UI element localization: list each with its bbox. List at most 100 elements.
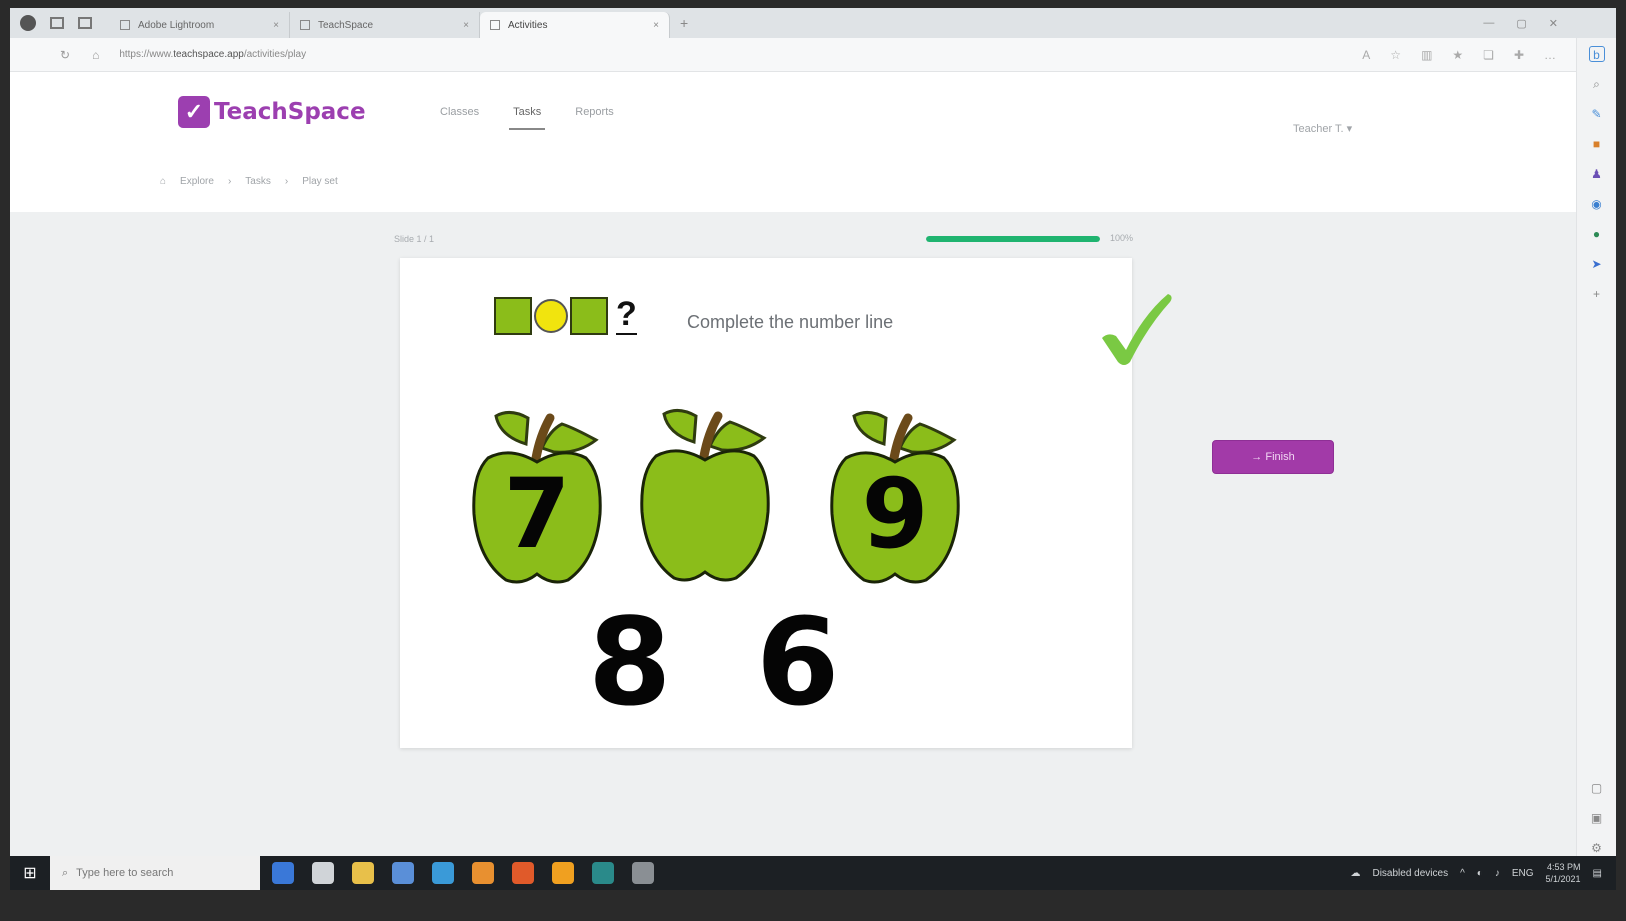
notifications-icon[interactable]: ▤: [1593, 868, 1602, 879]
add-icon[interactable]: +: [1589, 286, 1605, 302]
clock[interactable]: 4:53 PM 5/1/2021: [1546, 861, 1581, 885]
briefcase-icon[interactable]: ■: [1589, 136, 1605, 152]
settings-icon[interactable]: ⚙: [1589, 840, 1605, 856]
tab-2[interactable]: TeachSpace ×: [290, 12, 480, 38]
slide-label: Slide 1 / 1: [394, 234, 435, 244]
logo[interactable]: ✓ TeachSpace: [178, 96, 366, 128]
breadcrumb-item[interactable]: Explore: [180, 176, 214, 187]
office-app-icon[interactable]: [512, 862, 534, 884]
finish-button[interactable]: → Finish: [1212, 440, 1334, 474]
main-nav: Classes Tasks Reports: [440, 106, 614, 130]
tab-favicon-icon: [300, 20, 310, 30]
pattern-circle: [534, 298, 568, 333]
apple-tile: 9: [828, 410, 962, 588]
address-bar: ↻ ⌂ https://www.teachspace.app/activitie…: [10, 38, 1576, 72]
tab-favicon-icon: [490, 20, 500, 30]
breadcrumb-item: Play set: [302, 176, 338, 187]
browser-window: Adobe Lightroom × TeachSpace × Activitie…: [10, 8, 1616, 920]
apple-tile-empty[interactable]: [638, 408, 772, 586]
app-icon[interactable]: [632, 862, 654, 884]
pattern-square: [570, 296, 608, 335]
tray-text[interactable]: Disabled devices: [1372, 868, 1448, 879]
store-app-icon[interactable]: [392, 862, 414, 884]
tab-left-icons: [10, 15, 92, 31]
breadcrumb-item[interactable]: Tasks: [245, 176, 271, 187]
read-aloud-icon[interactable]: A: [1362, 48, 1370, 62]
weather-icon[interactable]: ☁: [1350, 868, 1360, 879]
collections-icon[interactable]: ❏: [1483, 48, 1494, 62]
nav-reports[interactable]: Reports: [575, 106, 614, 130]
extensions-icon[interactable]: ✚: [1514, 48, 1524, 62]
screen: Adobe Lightroom × TeachSpace × Activitie…: [0, 0, 1626, 921]
search-icon: ⌕: [62, 866, 69, 879]
layout-icon[interactable]: ▢: [1589, 780, 1605, 796]
minimize-icon[interactable]: —: [1483, 17, 1494, 30]
profile-icon[interactable]: [20, 15, 36, 31]
refresh-icon[interactable]: ↻: [60, 48, 70, 62]
copilot-icon[interactable]: b: [1588, 46, 1605, 62]
chevron-up-icon[interactable]: ^: [1460, 868, 1465, 879]
home-icon[interactable]: ⌂: [160, 176, 166, 187]
edge-app-icon[interactable]: [272, 862, 294, 884]
windows-start-icon[interactable]: ⊞: [10, 856, 50, 890]
url-domain: teachspace.app: [173, 49, 244, 60]
vlc-app-icon[interactable]: [472, 862, 494, 884]
browser-app-icon[interactable]: [432, 862, 454, 884]
time: 4:53 PM: [1547, 862, 1581, 872]
chrome-app-icon[interactable]: [552, 862, 574, 884]
apple-tile: 7: [470, 410, 604, 588]
logo-mark-icon: ✓: [178, 96, 210, 128]
instruction-text: Complete the number line: [687, 312, 894, 332]
volume-icon[interactable]: ♪: [1495, 868, 1500, 879]
site-header: ✓ TeachSpace Classes Tasks Reports Teach…: [10, 72, 1576, 212]
close-icon[interactable]: ×: [463, 20, 469, 31]
outlook-icon[interactable]: ◉: [1589, 196, 1605, 212]
chat-app-icon[interactable]: [312, 862, 334, 884]
nav-classes[interactable]: Classes: [440, 106, 479, 130]
nav-tasks[interactable]: Tasks: [509, 106, 546, 130]
tab-3[interactable]: Activities ×: [480, 12, 670, 38]
home-icon[interactable]: ⌂: [92, 48, 99, 62]
split-screen-icon[interactable]: ▥: [1421, 48, 1432, 62]
progress-text: 100%: [1110, 233, 1134, 243]
pattern-square: [494, 296, 532, 335]
tab-actions-icon[interactable]: [78, 17, 92, 29]
taskbar-apps: [272, 862, 654, 884]
language-indicator[interactable]: ENG: [1512, 868, 1534, 879]
date: 5/1/2021: [1545, 874, 1581, 884]
url-path: /activities/play: [243, 49, 307, 60]
games-icon[interactable]: ●: [1589, 226, 1605, 242]
answer-option[interactable]: 8: [588, 604, 672, 724]
tab-favicon-icon: [120, 20, 130, 30]
apple-number: 9: [861, 458, 929, 570]
maximize-icon[interactable]: ▢: [1516, 17, 1526, 30]
url-prefix: https://www.: [119, 49, 174, 60]
send-icon[interactable]: ➤: [1589, 256, 1605, 272]
workspaces-icon[interactable]: [50, 17, 64, 29]
explorer-app-icon[interactable]: [352, 862, 374, 884]
app-icon[interactable]: [592, 862, 614, 884]
apple-number: 7: [503, 458, 571, 570]
new-tab-button[interactable]: +: [680, 15, 688, 31]
window-icon[interactable]: ▣: [1589, 810, 1605, 826]
taskbar: ⊞ ⌕ Type here to search ☁ Disabled devic…: [10, 856, 1616, 890]
pen-icon[interactable]: ✎: [1589, 106, 1605, 122]
answer-option[interactable]: 6: [756, 604, 840, 724]
toolbar-right: A ☆ ▥ ★ ❏ ✚ …: [1362, 48, 1576, 62]
favorite-star-icon[interactable]: ☆: [1390, 48, 1401, 62]
search-placeholder: Type here to search: [76, 867, 174, 879]
nav-buttons: ↻ ⌂: [10, 48, 99, 62]
taskbar-search[interactable]: ⌕ Type here to search: [50, 856, 260, 890]
close-icon[interactable]: ×: [653, 20, 659, 31]
url-field[interactable]: https://www.teachspace.app/activities/pl…: [119, 49, 306, 60]
close-window-icon[interactable]: ✕: [1549, 17, 1558, 30]
user-menu[interactable]: Teacher T. ▾: [1293, 122, 1352, 135]
tab-1[interactable]: Adobe Lightroom ×: [110, 12, 290, 38]
network-icon[interactable]: ◐: [1477, 868, 1483, 879]
more-icon[interactable]: …: [1544, 48, 1556, 62]
person-icon[interactable]: ♟: [1589, 166, 1605, 182]
search-icon[interactable]: ⌕: [1589, 76, 1605, 92]
close-icon[interactable]: ×: [273, 20, 279, 31]
favorites-icon[interactable]: ★: [1452, 48, 1463, 62]
letterbox-bottom: [10, 890, 1616, 920]
